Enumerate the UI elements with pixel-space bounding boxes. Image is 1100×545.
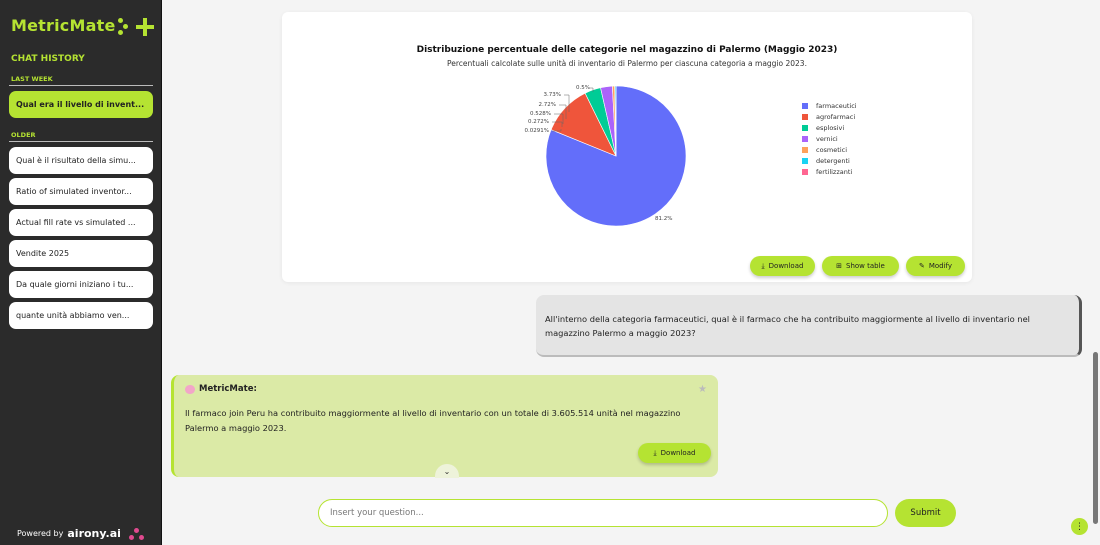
- submit-button[interactable]: Submit: [895, 499, 956, 527]
- legend-swatch: [802, 113, 808, 120]
- download-icon: ⤓: [761, 261, 765, 270]
- legend-label: farmaceutici: [816, 101, 857, 110]
- brain-icon: [185, 384, 195, 394]
- legend-label: esplosivi: [816, 123, 845, 132]
- chart-download-button[interactable]: ⤓ Download: [750, 256, 815, 276]
- modify-button[interactable]: ✎ Modify: [906, 256, 965, 276]
- expand-chevron-down-icon[interactable]: ⌄: [435, 464, 459, 478]
- download-icon: ⤓: [653, 448, 657, 457]
- new-chat-icon[interactable]: [136, 18, 154, 36]
- slice-label-detergenti: 0.272%: [528, 119, 549, 125]
- modify-label: Modify: [928, 262, 953, 270]
- legend-swatch: [802, 135, 808, 142]
- legend-item-detergenti[interactable]: detergenti: [802, 155, 857, 166]
- history-item[interactable]: Actual fill rate vs simulated ...: [9, 209, 153, 236]
- sidebar: MetricMate CHAT HISTORY LAST WEEK Qual e…: [0, 0, 162, 545]
- older-label: OLDER: [11, 131, 36, 139]
- legend-item-vernici[interactable]: vernici: [802, 133, 857, 144]
- powered-by-label: Powered by: [17, 529, 64, 538]
- last-week-label: LAST WEEK: [11, 75, 53, 83]
- legend-label: cosmetici: [816, 145, 848, 154]
- divider: [9, 141, 153, 142]
- pie-chart: 81.2% 3.73% 2.72% 0.528% 0.272% 0.0291% 0.5%: [525, 85, 687, 227]
- history-item[interactable]: quante unità abbiamo ven...: [9, 302, 153, 329]
- airony-logo-icon: [128, 527, 145, 540]
- more-options-icon[interactable]: ⋮: [1071, 518, 1088, 535]
- legend-item-farmaceutici[interactable]: farmaceutici: [802, 100, 857, 111]
- legend-swatch: [802, 102, 808, 109]
- legend-swatch: [802, 168, 808, 175]
- powered-by: Powered by airony.ai: [17, 527, 145, 540]
- legend-label: vernici: [816, 134, 838, 143]
- airony-brand[interactable]: airony.ai: [67, 527, 121, 540]
- bot-message: MetricMate: ★ Il farmaco join Peru ha co…: [171, 375, 718, 478]
- chart-card: Distribuzione percentuale delle categori…: [282, 12, 972, 282]
- slice-label-esplosivi: 3.73%: [544, 92, 561, 98]
- pencil-icon: ✎: [918, 262, 925, 270]
- show-table-button[interactable]: ⊞ Show table: [822, 256, 899, 276]
- divider: [9, 85, 153, 86]
- bot-download-label: Download: [660, 449, 696, 457]
- legend-label: fertilizzanti: [816, 167, 853, 176]
- legend-label: agrofarmaci: [816, 112, 856, 121]
- legend-swatch: [802, 157, 808, 164]
- show-table-label: Show table: [846, 262, 885, 270]
- bot-download-button[interactable]: ⤓ Download: [638, 443, 711, 463]
- user-message-text: All'interno della categoria farmaceutici…: [545, 314, 1030, 338]
- legend-swatch: [802, 124, 808, 131]
- legend-label: detergenti: [816, 156, 850, 165]
- chart-download-label: Download: [768, 262, 804, 270]
- scrollbar-thumb[interactable]: [1093, 352, 1098, 524]
- legend-item-cosmetici[interactable]: cosmetici: [802, 144, 857, 155]
- history-item[interactable]: Ratio of simulated inventor...: [9, 178, 153, 205]
- brand-actions: [118, 17, 154, 37]
- grid-icon: ⊞: [836, 262, 843, 270]
- legend-item-fertilizzanti[interactable]: fertilizzanti: [802, 166, 857, 177]
- bot-header: MetricMate:: [185, 384, 257, 394]
- history-item-active[interactable]: Qual era il livello di invent...: [9, 91, 153, 118]
- bot-message-text: Il farmaco join Peru ha contribuito magg…: [185, 408, 681, 433]
- slice-label-extra: 0.5%: [576, 85, 590, 91]
- bot-sender: MetricMate:: [199, 384, 257, 394]
- slice-label-vernici: 2.72%: [539, 102, 556, 108]
- chat-history-title: CHAT HISTORY: [11, 54, 85, 64]
- history-item[interactable]: Qual è il risultato della simu...: [9, 147, 153, 174]
- slice-label-cosmetici: 0.528%: [530, 111, 551, 117]
- chart-legend: farmaceutici agrofarmaci esplosivi vernici c…: [802, 100, 857, 177]
- star-icon[interactable]: ★: [698, 384, 707, 395]
- slice-label-fertilizzanti: 0.0291%: [525, 128, 549, 134]
- legend-item-agrofarmaci[interactable]: agrofarmaci: [802, 111, 857, 122]
- user-message: All'interno della categoria farmaceutici…: [536, 295, 1082, 357]
- history-item[interactable]: Da quale giorni iniziano i tu...: [9, 271, 153, 298]
- collapse-sidebar-icon[interactable]: [118, 17, 128, 37]
- legend-item-esplosivi[interactable]: esplosivi: [802, 122, 857, 133]
- legend-swatch: [802, 146, 808, 153]
- question-input[interactable]: [318, 499, 888, 527]
- slice-label-farmaceutici: 81.2%: [655, 216, 672, 222]
- history-item[interactable]: Vendite 2025: [9, 240, 153, 267]
- brand-title: MetricMate: [11, 16, 116, 35]
